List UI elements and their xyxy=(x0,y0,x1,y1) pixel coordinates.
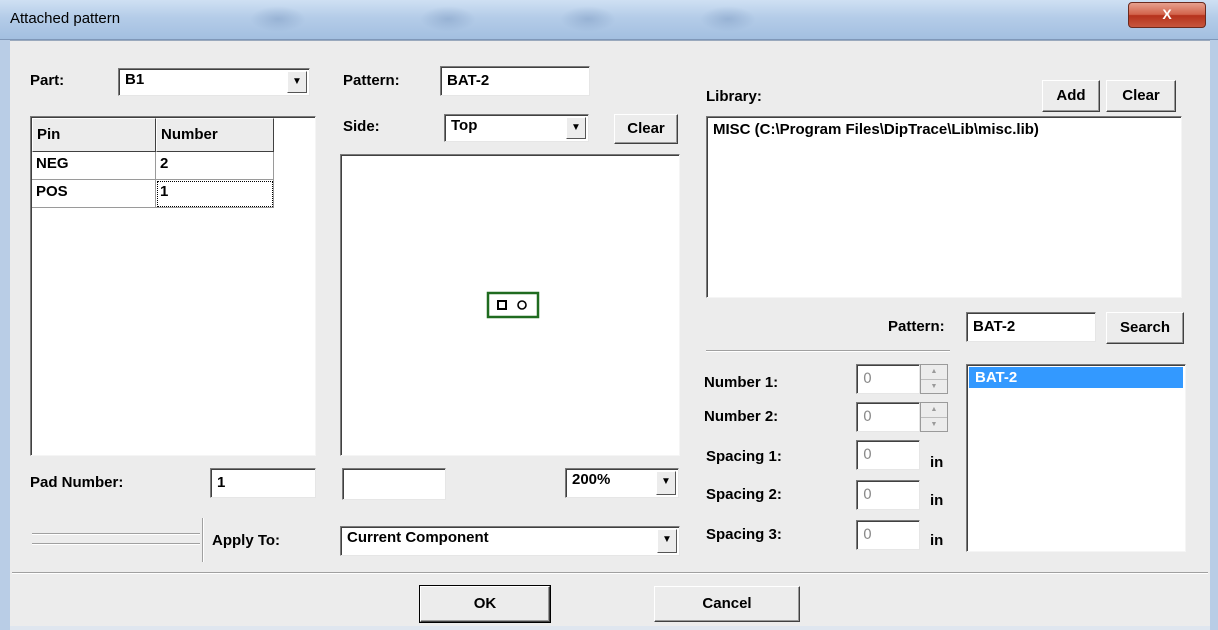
part-label: Part: xyxy=(30,72,65,89)
spacing3-input[interactable]: 0 xyxy=(856,520,920,550)
divider xyxy=(32,533,200,535)
library-item[interactable]: MISC (C:\Program Files\DipTrace\Lib\misc… xyxy=(713,121,1175,138)
search-button[interactable]: Search xyxy=(1106,312,1184,344)
number2-spinner[interactable]: ▲ ▼ xyxy=(920,402,948,432)
coordinate-field[interactable] xyxy=(342,468,446,500)
chevron-down-icon[interactable]: ▼ xyxy=(656,471,676,495)
pad-number-label: Pad Number: xyxy=(30,474,124,491)
spin-up-icon[interactable]: ▲ xyxy=(921,403,947,418)
side-label: Side: xyxy=(343,118,380,135)
pad-number-input[interactable]: 1 xyxy=(210,468,316,498)
spacing1-input[interactable]: 0 xyxy=(856,440,920,470)
window-title: Attached pattern xyxy=(10,10,121,27)
chevron-down-icon[interactable]: ▼ xyxy=(287,71,307,93)
title-decoration xyxy=(250,6,306,32)
search-pattern-label: Pattern: xyxy=(888,318,945,335)
spacing1-label: Spacing 1: xyxy=(706,448,782,465)
number1-label: Number 1: xyxy=(704,374,779,391)
divider xyxy=(706,350,950,352)
spacing2-input[interactable]: 0 xyxy=(856,480,920,510)
number1-input[interactable]: 0 xyxy=(856,364,920,394)
search-pattern-input[interactable]: BAT-2 xyxy=(966,312,1096,342)
footer-divider xyxy=(12,572,1208,574)
pattern-preview[interactable] xyxy=(340,154,680,456)
side-clear-button[interactable]: Clear xyxy=(614,114,678,144)
pin-column-header[interactable]: Pin xyxy=(32,118,156,152)
side-value: Top xyxy=(451,117,478,134)
spacing2-label: Spacing 2: xyxy=(706,486,782,503)
spacing1-unit: in xyxy=(930,454,944,471)
round-pad-icon xyxy=(517,300,527,310)
pattern-label: Pattern: xyxy=(343,72,400,89)
number1-spinner[interactable]: ▲ ▼ xyxy=(920,364,948,394)
divider xyxy=(32,543,200,545)
pattern-footprint xyxy=(486,291,540,319)
chevron-down-icon[interactable]: ▼ xyxy=(566,117,586,139)
spin-down-icon[interactable]: ▼ xyxy=(921,418,947,432)
side-dropdown[interactable]: Top ▼ xyxy=(444,114,589,142)
zoom-value: 200% xyxy=(572,471,611,488)
pin-table[interactable]: Pin Number NEG 2 POS 1 xyxy=(30,116,316,456)
spin-down-icon[interactable]: ▼ xyxy=(921,380,947,394)
library-list[interactable]: MISC (C:\Program Files\DipTrace\Lib\misc… xyxy=(706,116,1182,298)
window-frame-right xyxy=(1210,40,1218,630)
square-pad-icon xyxy=(497,300,507,310)
pattern-input[interactable]: BAT-2 xyxy=(440,66,590,96)
part-value: B1 xyxy=(125,71,145,88)
add-library-button[interactable]: Add xyxy=(1042,80,1100,112)
spin-up-icon[interactable]: ▲ xyxy=(921,365,947,380)
title-decoration xyxy=(700,6,756,32)
number-column-header[interactable]: Number xyxy=(156,118,274,152)
zoom-dropdown[interactable]: 200% ▼ xyxy=(565,468,679,498)
pin-cell[interactable]: NEG xyxy=(32,152,156,180)
number2-label: Number 2: xyxy=(704,408,779,425)
close-icon: X xyxy=(1162,6,1172,22)
number2-input[interactable]: 0 xyxy=(856,402,920,432)
spacing3-label: Spacing 3: xyxy=(706,526,782,543)
cancel-button[interactable]: Cancel xyxy=(654,586,800,622)
apply-to-value: Current Component xyxy=(347,529,489,546)
pattern-outline xyxy=(486,291,540,319)
pattern-results-list[interactable]: BAT-2 xyxy=(966,364,1186,552)
chevron-down-icon[interactable]: ▼ xyxy=(657,529,677,553)
apply-to-label: Apply To: xyxy=(212,532,281,549)
pattern-result-item-selected[interactable]: BAT-2 xyxy=(969,367,1183,388)
pin-cell[interactable]: POS xyxy=(32,180,156,208)
title-decoration xyxy=(560,6,616,32)
title-decoration xyxy=(420,6,476,32)
number-cell[interactable]: 2 xyxy=(156,152,274,180)
splitter-handle[interactable] xyxy=(202,518,204,562)
ok-button[interactable]: OK xyxy=(419,585,551,623)
spacing2-unit: in xyxy=(930,492,944,509)
apply-to-dropdown[interactable]: Current Component ▼ xyxy=(340,526,680,556)
window-frame-left xyxy=(0,40,10,630)
number-cell-selected[interactable]: 1 xyxy=(156,180,274,208)
close-button[interactable]: X xyxy=(1128,2,1206,28)
library-label: Library: xyxy=(706,88,762,105)
spacing3-unit: in xyxy=(930,532,944,549)
clear-library-button[interactable]: Clear xyxy=(1106,80,1176,112)
part-dropdown[interactable]: B1 ▼ xyxy=(118,68,310,96)
